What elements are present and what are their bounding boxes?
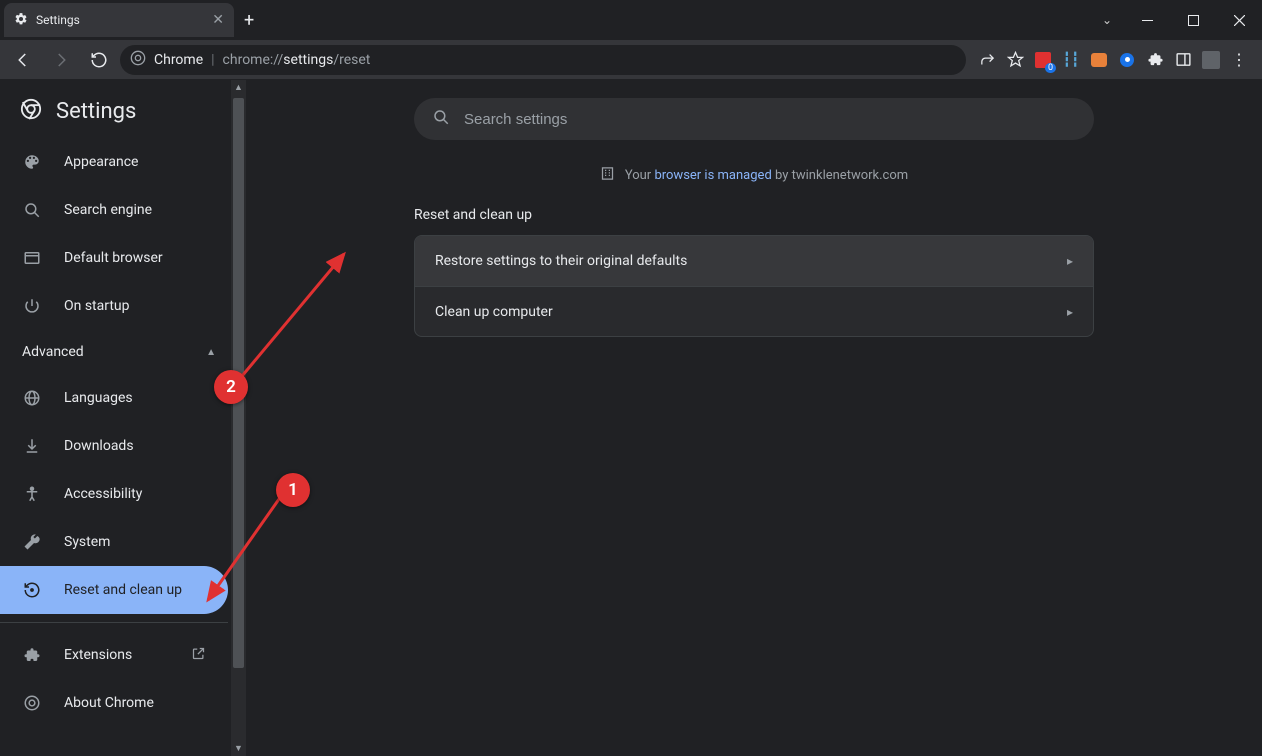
window-titlebar: Settings ✕ + ⌄ xyxy=(0,0,1262,40)
sidebar-item-label: On startup xyxy=(64,298,130,314)
open-external-icon xyxy=(191,646,206,665)
sidebar-item-label: Default browser xyxy=(64,250,163,266)
section-heading: Reset and clean up xyxy=(414,207,1094,223)
sidebar-item-label: Accessibility xyxy=(64,486,142,502)
toolbar-actions: 0 ┇┇ ⋮ xyxy=(970,51,1256,69)
reset-card: Restore settings to their original defau… xyxy=(414,235,1094,337)
accessibility-icon xyxy=(22,485,42,503)
sidebar-item-label: Appearance xyxy=(64,154,138,170)
gear-icon xyxy=(14,11,28,30)
chrome-logo-icon xyxy=(130,50,146,70)
browser-tab[interactable]: Settings ✕ xyxy=(4,3,234,37)
settings-brand: Settings xyxy=(0,80,246,138)
restore-icon xyxy=(22,581,42,599)
managed-link[interactable]: browser is managed xyxy=(654,168,771,183)
divider xyxy=(0,622,228,623)
sidebar-item-label: Languages xyxy=(64,390,133,406)
forward-button[interactable] xyxy=(44,43,78,77)
sidebar-item-reset[interactable]: Reset and clean up xyxy=(0,566,228,614)
extension-icon-1[interactable]: 0 xyxy=(1034,51,1052,69)
row-clean-up-computer[interactable]: Clean up computer ▸ xyxy=(415,286,1093,336)
tab-strip: Settings ✕ + xyxy=(0,0,264,40)
chrome-logo-icon xyxy=(20,98,42,124)
sidebar-item-extensions[interactable]: Extensions xyxy=(0,631,228,679)
chevron-up-icon: ▲ xyxy=(206,347,216,358)
back-button[interactable] xyxy=(6,43,40,77)
sidebar-item-on-startup[interactable]: On startup xyxy=(0,282,228,330)
profile-avatar[interactable] xyxy=(1202,51,1220,69)
extension-icon-4[interactable] xyxy=(1118,51,1136,69)
download-icon xyxy=(22,437,42,455)
sidebar-item-label: About Chrome xyxy=(64,695,154,711)
search-settings[interactable] xyxy=(414,98,1094,140)
toolbar: Chrome | chrome://settings/reset 0 ┇┇ ⋮ xyxy=(0,40,1262,80)
row-label: Restore settings to their original defau… xyxy=(435,253,687,269)
page-title: Settings xyxy=(56,99,136,124)
settings-main: Your browser is managed by twinklenetwor… xyxy=(246,80,1262,756)
extension-icon-3[interactable] xyxy=(1090,51,1108,69)
sidebar-item-label: Downloads xyxy=(64,438,134,454)
search-input[interactable] xyxy=(464,111,1076,128)
sidebar-item-languages[interactable]: Languages xyxy=(0,374,228,422)
tab-title: Settings xyxy=(36,13,204,27)
managed-notice: Your browser is managed by twinklenetwor… xyxy=(600,166,908,185)
minimize-button[interactable] xyxy=(1124,0,1170,40)
sidebar-item-search-engine[interactable]: Search engine xyxy=(0,186,228,234)
omnibox-url: chrome://settings/reset xyxy=(223,52,371,68)
sidebar-section-label: Advanced xyxy=(22,344,84,360)
sidebar-item-appearance[interactable]: Appearance xyxy=(0,138,228,186)
extension-icon-2[interactable]: ┇┇ xyxy=(1062,51,1080,69)
sidebar-item-about[interactable]: About Chrome xyxy=(0,679,228,727)
globe-icon xyxy=(22,389,42,407)
sidebar-scrollbar[interactable]: ▲ ▼ xyxy=(231,80,246,756)
sidebar-item-label: Search engine xyxy=(64,202,152,218)
sidebar-item-default-browser[interactable]: Default browser xyxy=(0,234,228,282)
share-icon[interactable] xyxy=(978,51,996,69)
maximize-button[interactable] xyxy=(1170,0,1216,40)
close-window-button[interactable] xyxy=(1216,0,1262,40)
search-icon xyxy=(22,201,42,219)
scrollbar-thumb[interactable] xyxy=(233,98,244,668)
power-icon xyxy=(22,297,42,315)
chevron-right-icon: ▸ xyxy=(1067,305,1073,319)
extensions-puzzle-icon[interactable] xyxy=(1146,51,1164,69)
palette-icon xyxy=(22,153,42,171)
scroll-up-icon[interactable]: ▲ xyxy=(231,80,246,95)
omnibox-chip: Chrome xyxy=(154,52,203,68)
sidebar-item-system[interactable]: System xyxy=(0,518,228,566)
building-icon xyxy=(600,166,615,185)
sidebar-item-label: System xyxy=(64,534,110,550)
tab-search-icon[interactable]: ⌄ xyxy=(1090,13,1124,27)
browser-icon xyxy=(22,249,42,267)
window-controls: ⌄ xyxy=(1090,0,1262,40)
chevron-right-icon: ▸ xyxy=(1067,254,1073,268)
chrome-menu-icon[interactable]: ⋮ xyxy=(1230,51,1248,69)
close-tab-icon[interactable]: ✕ xyxy=(212,12,224,28)
sidebar-item-label: Reset and clean up xyxy=(64,582,182,598)
settings-page: Settings Appearance Search engine Defaul… xyxy=(0,80,1262,756)
sidebar-item-downloads[interactable]: Downloads xyxy=(0,422,228,470)
settings-sidebar: Settings Appearance Search engine Defaul… xyxy=(0,80,246,756)
side-panel-icon[interactable] xyxy=(1174,51,1192,69)
sidebar-section-advanced[interactable]: Advanced ▲ xyxy=(0,330,246,374)
wrench-icon xyxy=(22,533,42,551)
chrome-logo-icon xyxy=(22,694,42,712)
reload-button[interactable] xyxy=(82,43,116,77)
sidebar-item-label: Extensions xyxy=(64,647,132,663)
new-tab-button[interactable]: + xyxy=(234,10,264,31)
scroll-down-icon[interactable]: ▼ xyxy=(231,741,246,756)
puzzle-icon xyxy=(22,646,42,664)
row-label: Clean up computer xyxy=(435,304,553,320)
search-icon xyxy=(432,108,450,130)
address-bar[interactable]: Chrome | chrome://settings/reset xyxy=(120,45,966,75)
sidebar-item-accessibility[interactable]: Accessibility xyxy=(0,470,228,518)
row-restore-defaults[interactable]: Restore settings to their original defau… xyxy=(415,236,1093,286)
bookmark-star-icon[interactable] xyxy=(1006,51,1024,69)
